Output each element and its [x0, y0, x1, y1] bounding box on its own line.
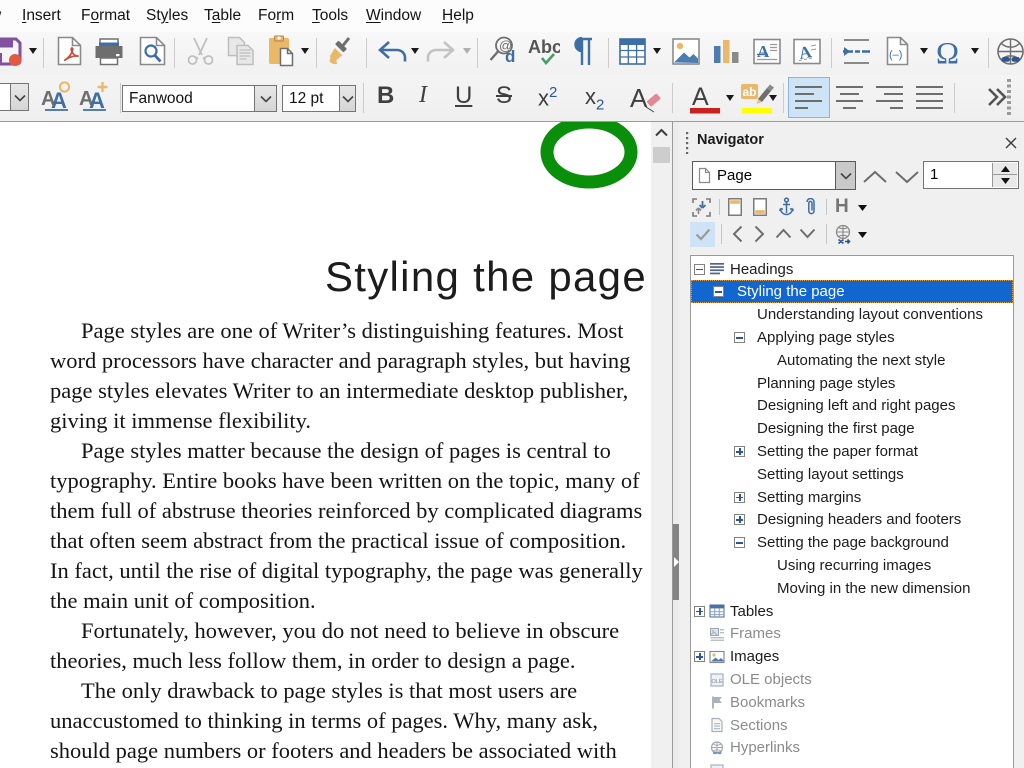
svg-text:A: A [692, 83, 709, 111]
svg-text:Abc: Abc [528, 37, 560, 57]
svg-text:Ω: Ω [936, 38, 959, 65]
svg-text:(–): (–) [889, 49, 902, 61]
svg-text:d: d [505, 47, 515, 66]
svg-text:A: A [630, 83, 648, 113]
svg-text:OLE: OLE [711, 679, 722, 685]
svg-text:ab: ab [743, 85, 757, 99]
svg-text:A: A [757, 42, 770, 61]
